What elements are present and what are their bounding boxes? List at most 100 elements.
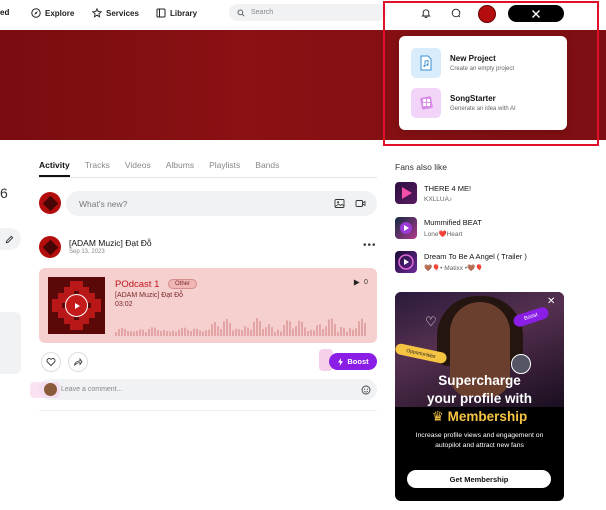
menu-item-title: SongStarter [450, 94, 496, 103]
chat-bubble-icon [451, 8, 461, 18]
library-icon [156, 8, 166, 18]
like-button[interactable] [41, 352, 61, 372]
list-item[interactable]: THERE 4 ME! KXLLUA♪ [395, 182, 471, 204]
pencil-icon [5, 235, 14, 243]
menu-item-subtitle: Generate an idea with AI [450, 106, 516, 112]
whats-new-input[interactable]: What's new? [66, 191, 377, 216]
boost-label: Boost [347, 357, 369, 366]
promo-headline-line1: Supercharge [438, 373, 521, 388]
membership-promo: ♡ ✕ Boost Opportunities Supercharge your… [395, 292, 564, 501]
audio-track-card[interactable]: POdcast 1 Other [ADAM Muzic] Đạt Đỗ 03:0… [39, 268, 377, 343]
fans-also-like-title: Fans also like [395, 162, 447, 172]
comment-placeholder: Leave a comment... [61, 386, 123, 393]
crown-icon: ♛ [431, 409, 444, 424]
messages-button[interactable] [449, 6, 463, 20]
top-bar: ed Explore Services Library Search [0, 0, 606, 28]
promo-headline-line2: your profile with [426, 391, 532, 406]
fan-track-name: THERE 4 ME! [424, 183, 472, 193]
tab-playlists[interactable]: Playlists [209, 160, 240, 170]
menu-item-new-project[interactable]: New Project Create an empty project [411, 48, 514, 78]
comment-input[interactable]: Leave a comment... [39, 379, 377, 400]
nav-item-cut-off[interactable]: ed [0, 8, 9, 17]
fan-track-name: Dream To Be A Angel ( Trailer ) [424, 252, 527, 261]
tab-videos[interactable]: Videos [125, 160, 151, 170]
track-artwork [48, 277, 105, 334]
post-divider [39, 410, 377, 411]
promo-headline: Supercharge your profile with ♛ Membersh… [395, 372, 564, 426]
share-button[interactable] [68, 352, 88, 372]
track-thumbnail [395, 217, 417, 239]
close-icon[interactable]: ✕ [547, 296, 555, 307]
mini-avatar [511, 354, 531, 374]
play-icon [74, 302, 80, 309]
heart-icon [46, 358, 56, 367]
tab-bands[interactable]: Bands [255, 160, 279, 170]
post-date: Sep 13, 2023 [69, 249, 105, 255]
close-create-menu-button[interactable] [508, 5, 564, 22]
compass-icon [31, 8, 41, 18]
play-count-icon [353, 279, 360, 286]
edit-profile-button[interactable] [0, 228, 21, 250]
profile-stat-cut-off: 6 [0, 185, 8, 201]
create-menu: New Project Create an empty project Song… [399, 36, 567, 130]
menu-item-subtitle: Create an empty project [450, 66, 515, 72]
play-count-value: 0 [364, 279, 368, 286]
track-thumbnail [395, 251, 417, 273]
search-input[interactable]: Search [229, 4, 387, 21]
get-membership-label: Get Membership [449, 474, 509, 484]
emoji-icon[interactable] [361, 385, 371, 395]
nav-services[interactable]: Services [92, 8, 139, 18]
fan-artist-name: 🤎🎈• Matixx •🤎🎈 [424, 265, 484, 272]
track-thumbnail [395, 182, 417, 204]
nav-library[interactable]: Library [156, 8, 197, 18]
tab-tracks[interactable]: Tracks [85, 160, 110, 170]
user-avatar[interactable] [478, 5, 496, 23]
fan-artist-name: Lone❤️Heart [424, 231, 463, 238]
video-upload-icon[interactable] [355, 198, 366, 209]
post-author-avatar[interactable] [39, 236, 61, 258]
notifications-button[interactable] [419, 6, 433, 20]
close-icon [532, 9, 540, 18]
whats-new-placeholder: What's new? [79, 198, 128, 209]
songstarter-icon [411, 88, 441, 118]
boost-button[interactable]: Boost [329, 353, 377, 370]
nav-library-label: Library [170, 8, 198, 18]
list-item[interactable]: Dream To Be A Angel ( Trailer ) 🤎🎈• Mati… [395, 251, 527, 273]
music-file-icon [411, 48, 441, 78]
track-artist: [ADAM Muzic] Đạt Đỗ [115, 292, 184, 299]
fan-artist-name: KXLLUA♪ [424, 195, 453, 203]
profile-tabs: Activity Tracks Videos Albums Playlists … [39, 160, 279, 170]
commenter-avatar [44, 383, 57, 396]
get-membership-button[interactable]: Get Membership [407, 470, 551, 488]
promo-headline-line3: ♛ Membership [431, 409, 528, 424]
star-icon [92, 8, 102, 18]
boost-badge-label: Boost [523, 311, 539, 323]
fan-track-name: Mummified BEAT [424, 218, 482, 227]
play-count: 0 [353, 279, 368, 286]
track-duration: 03:02 [115, 301, 133, 308]
nav-explore-label: Explore [45, 8, 75, 18]
lightning-icon [338, 357, 344, 366]
search-icon [237, 8, 245, 17]
play-button[interactable] [65, 294, 88, 317]
genre-badge: Other [168, 279, 198, 289]
heart-icon: ♡ [425, 314, 437, 329]
more-options-icon[interactable]: ••• [363, 240, 377, 251]
menu-item-title: New Project [450, 54, 496, 63]
avatar[interactable] [39, 192, 61, 214]
nav-explore[interactable]: Explore [31, 8, 74, 18]
side-card [0, 312, 21, 374]
track-title[interactable]: POdcast 1 [115, 279, 159, 290]
list-item[interactable]: Mummified BEAT Lone❤️Heart [395, 217, 482, 239]
tabs-divider [39, 177, 377, 178]
nav-services-label: Services [106, 8, 139, 18]
image-upload-icon[interactable] [334, 198, 345, 209]
waveform[interactable] [115, 314, 367, 336]
share-arrow-icon [74, 357, 83, 366]
bell-icon [421, 9, 431, 18]
menu-item-songstarter[interactable]: SongStarter Generate an idea with AI [411, 88, 516, 118]
search-placeholder: Search [251, 9, 274, 16]
post-author-name[interactable]: [ADAM Muzic] Đạt Đỗ [69, 238, 152, 248]
tab-albums[interactable]: Albums [166, 160, 194, 170]
tab-activity[interactable]: Activity [39, 160, 70, 170]
